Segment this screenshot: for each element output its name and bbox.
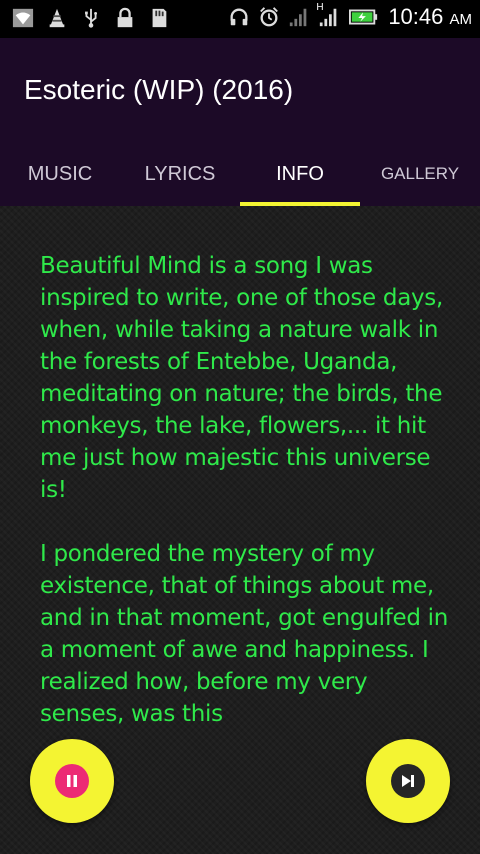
- info-paragraph: Beautiful Mind is a song I was inspired …: [40, 253, 444, 503]
- status-bar: H 10:46 AM: [0, 0, 480, 38]
- skip-next-button[interactable]: [366, 739, 450, 823]
- tab-gallery[interactable]: GALLERY: [360, 142, 480, 206]
- sd-card-icon: [148, 6, 170, 30]
- page-title: Esoteric (WIP) (2016): [24, 74, 294, 105]
- info-text: Beautiful Mind is a song I was inspired …: [40, 250, 450, 762]
- tab-lyrics[interactable]: LYRICS: [120, 142, 240, 206]
- signal-weak-icon: [288, 5, 310, 29]
- status-right-icons: H 10:46 AM: [228, 2, 472, 30]
- tab-label: GALLERY: [380, 164, 460, 183]
- tab-info[interactable]: INFO: [240, 142, 360, 206]
- lock-icon: [114, 6, 136, 30]
- tab-label: MUSIC: [27, 162, 93, 185]
- tab-label: INFO: [276, 162, 324, 185]
- headphones-icon: [228, 5, 250, 29]
- tab-label: LYRICS: [144, 162, 216, 185]
- alarm-icon: [258, 5, 280, 29]
- tab-music[interactable]: MUSIC: [0, 142, 120, 206]
- skip-next-button-inner: [391, 764, 425, 798]
- network-type-label: H: [316, 2, 324, 13]
- status-time: 10:46 AM: [388, 4, 472, 30]
- tab-bar: MUSIC LYRICS INFO GALLERY: [0, 142, 480, 206]
- vlc-icon: [46, 6, 68, 30]
- signal-h-icon: H: [316, 2, 340, 29]
- battery-charging-icon: [348, 5, 380, 29]
- app-bar: Esoteric (WIP) (2016) MUSIC LYRICS INFO …: [0, 38, 480, 206]
- skip-next-icon: [402, 775, 414, 787]
- usb-icon: [80, 6, 102, 30]
- pause-button[interactable]: [30, 739, 114, 823]
- wifi-icon: [12, 6, 34, 30]
- info-paragraph: I pondered the mystery of my existence, …: [40, 541, 449, 727]
- time-value: 10:46: [388, 4, 444, 29]
- status-left-icons: [12, 6, 170, 30]
- pause-icon: [67, 775, 77, 787]
- time-ampm: AM: [449, 11, 473, 28]
- pause-button-inner: [55, 764, 89, 798]
